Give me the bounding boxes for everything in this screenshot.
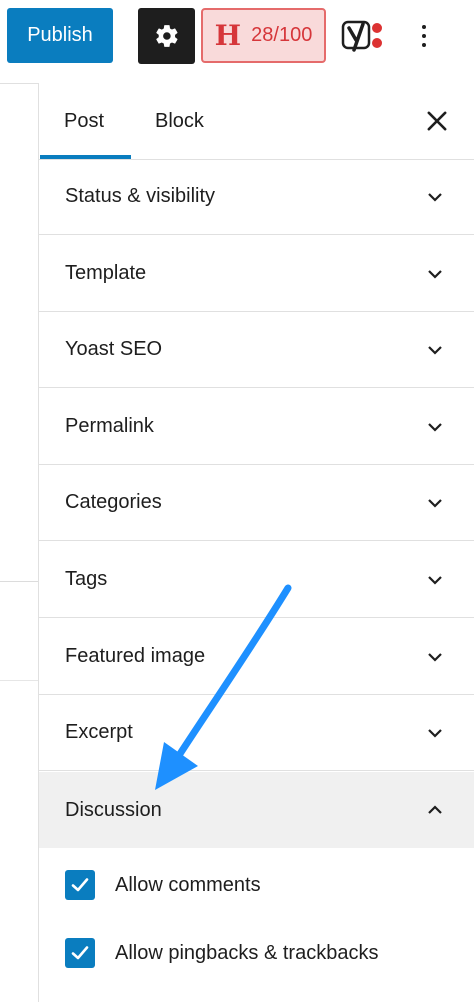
editor-toolbar: Publish H 28/100 bbox=[0, 0, 474, 84]
sidebar-tabs: Post Block bbox=[39, 83, 474, 160]
chevron-down-icon bbox=[428, 576, 442, 585]
editor-canvas[interactable] bbox=[0, 84, 38, 1002]
panel-status-visibility[interactable]: Status & visibility bbox=[39, 159, 474, 235]
allow-comments-label: Allow comments bbox=[115, 873, 261, 896]
panel-title: Excerpt bbox=[65, 721, 133, 743]
close-icon[interactable] bbox=[423, 107, 451, 135]
panel-title: Featured image bbox=[65, 645, 206, 667]
hemingway-h-icon: H bbox=[214, 18, 242, 52]
settings-button[interactable] bbox=[138, 8, 195, 64]
panel-title: Yoast SEO bbox=[65, 338, 163, 360]
panel-title: Discussion bbox=[65, 798, 162, 821]
editor-divider bbox=[0, 581, 38, 582]
panel-title: Permalink bbox=[65, 415, 154, 437]
chevron-down-icon bbox=[428, 193, 442, 202]
tab-post[interactable]: Post bbox=[64, 83, 104, 159]
panel-permalink[interactable]: Permalink bbox=[39, 389, 474, 465]
chevron-down-icon bbox=[428, 729, 442, 738]
more-options-button[interactable] bbox=[410, 14, 438, 58]
allow-pingbacks-label: Allow pingbacks & trackbacks bbox=[115, 941, 379, 964]
hemingway-score: 28/100 bbox=[251, 24, 313, 46]
panel-title: Status & visibility bbox=[65, 185, 216, 207]
allow-pingbacks-option[interactable]: Allow pingbacks & trackbacks bbox=[65, 936, 378, 970]
panel-title: Tags bbox=[65, 568, 108, 590]
chevron-down-icon bbox=[428, 499, 442, 508]
checkmark-icon bbox=[71, 946, 89, 960]
settings-gear-icon bbox=[155, 25, 177, 47]
chevron-down-icon bbox=[428, 653, 442, 662]
chevron-down-icon bbox=[428, 270, 442, 279]
panel-yoast-seo[interactable]: Yoast SEO bbox=[39, 312, 474, 388]
chevron-down-icon bbox=[428, 423, 442, 432]
yoast-icon bbox=[341, 20, 382, 52]
chevron-up-icon bbox=[428, 805, 442, 814]
panel-featured-image[interactable]: Featured image bbox=[39, 619, 474, 695]
panel-tags[interactable]: Tags bbox=[39, 542, 474, 618]
panel-title: Template bbox=[65, 262, 147, 284]
panel-discussion[interactable]: Discussion bbox=[39, 772, 474, 848]
allow-comments-checkbox[interactable] bbox=[65, 870, 95, 900]
allow-pingbacks-checkbox[interactable] bbox=[65, 938, 95, 968]
publish-button[interactable]: Publish bbox=[7, 8, 113, 63]
panel-categories[interactable]: Categories bbox=[39, 465, 474, 541]
chevron-down-icon bbox=[428, 346, 442, 355]
panel-template[interactable]: Template bbox=[39, 236, 474, 312]
editor-divider bbox=[0, 680, 38, 681]
panel-title: Categories bbox=[65, 491, 162, 513]
panel-excerpt[interactable]: Excerpt bbox=[39, 695, 474, 771]
more-options-icon bbox=[422, 25, 426, 29]
hemingway-score-button[interactable]: H 28/100 bbox=[201, 8, 326, 63]
allow-comments-option[interactable]: Allow comments bbox=[65, 868, 261, 902]
tab-block[interactable]: Block bbox=[155, 83, 204, 159]
checkmark-icon bbox=[71, 878, 89, 892]
settings-sidebar: Post Block Status & visibility Template … bbox=[38, 83, 474, 1002]
yoast-button[interactable] bbox=[339, 14, 391, 58]
